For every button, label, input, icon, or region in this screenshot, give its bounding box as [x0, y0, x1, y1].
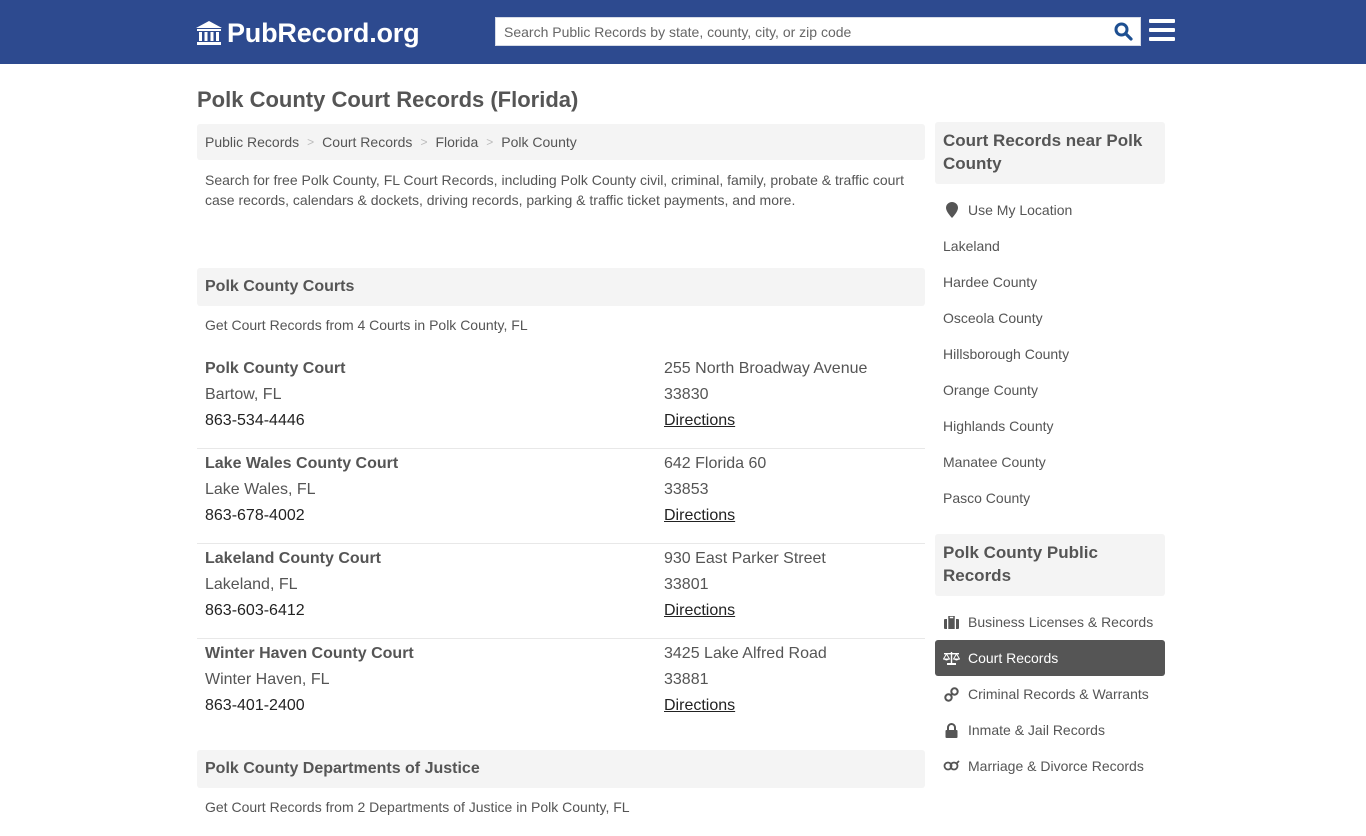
hamburger-menu-button[interactable] [1149, 19, 1175, 43]
use-my-location-button[interactable]: Use My Location [935, 192, 1165, 228]
sidebar-item-court-records[interactable]: Court Records [935, 640, 1165, 676]
handcuffs-icon [943, 686, 960, 702]
court-zip: 33853 [664, 481, 709, 498]
logo-text: PubRecord.org [227, 17, 420, 48]
intro-text: Search for free Polk County, FL Court Re… [205, 172, 904, 208]
directions-link[interactable]: Directions [664, 602, 735, 619]
menu-bar [1149, 37, 1175, 41]
sidebar-item-marriage-divorce[interactable]: Marriage & Divorce Records [935, 748, 1165, 784]
directions-link[interactable]: Directions [664, 507, 735, 524]
page-title: Polk County Court Records (Florida) [197, 87, 579, 112]
map-marker-icon [943, 202, 960, 218]
court-zip: 33881 [664, 671, 709, 688]
nearby-link-manatee-county[interactable]: Manatee County [935, 444, 1165, 480]
nearby-link-osceola-county[interactable]: Osceola County [935, 300, 1165, 336]
court-phone[interactable]: 863-534-4446 [205, 408, 664, 434]
sidebar-item-business-licenses[interactable]: Business Licenses & Records [935, 604, 1165, 640]
gender-icon [943, 758, 960, 774]
breadcrumb-separator: > [307, 135, 315, 149]
court-listing: Winter Haven County Court Winter Haven, … [197, 639, 925, 734]
court-listing: Lake Wales County Court Lake Wales, FL 8… [197, 449, 925, 544]
court-listing: Lakeland County Court Lakeland, FL 863-6… [197, 544, 925, 639]
briefcase-icon [943, 614, 960, 630]
courthouse-icon [196, 21, 222, 45]
court-name: Lake Wales County Court [205, 455, 399, 472]
sidebar: Court Records near Polk County Use My Lo… [935, 122, 1165, 784]
sidebar-item-label: Marriage & Divorce Records [968, 758, 1144, 774]
breadcrumb-separator: > [486, 135, 494, 149]
sidebar-item-label: Business Licenses & Records [968, 614, 1154, 630]
court-address: 3425 Lake Alfred Road [664, 645, 827, 662]
court-address: 642 Florida 60 [664, 455, 767, 472]
breadcrumb-public-records[interactable]: Public Records [205, 134, 299, 150]
sidebar-item-label: Inmate & Jail Records [968, 722, 1105, 738]
breadcrumb-separator: > [420, 135, 428, 149]
court-name: Lakeland County Court [205, 550, 382, 567]
nearby-records-title: Court Records near Polk County [935, 122, 1165, 184]
justice-section-subtitle: Get Court Records from 2 Departments of … [205, 799, 630, 815]
lock-icon [943, 722, 960, 738]
nearby-link-lakeland[interactable]: Lakeland [935, 228, 1165, 264]
courts-section-subtitle: Get Court Records from 4 Courts in Polk … [205, 317, 528, 333]
directions-link[interactable]: Directions [664, 412, 735, 429]
court-name: Winter Haven County Court [205, 645, 414, 662]
top-navigation-bar: PubRecord.org [0, 0, 1366, 64]
court-city: Lakeland, FL [205, 576, 298, 593]
public-records-title: Polk County Public Records [935, 534, 1165, 596]
nearby-link-hardee-county[interactable]: Hardee County [935, 264, 1165, 300]
breadcrumb-polk-county[interactable]: Polk County [501, 134, 576, 150]
sidebar-item-inmate-records[interactable]: Inmate & Jail Records [935, 712, 1165, 748]
court-address: 255 North Broadway Avenue [664, 360, 868, 377]
sidebar-item-label: Criminal Records & Warrants [968, 686, 1149, 702]
scales-icon [943, 650, 960, 666]
search-icon [1114, 22, 1133, 41]
justice-section-title: Polk County Departments of Justice [197, 750, 925, 788]
search-button[interactable] [1106, 18, 1140, 45]
directions-link[interactable]: Directions [664, 697, 735, 714]
court-zip: 33830 [664, 386, 709, 403]
menu-bar [1149, 19, 1175, 23]
court-listing: Polk County Court Bartow, FL 863-534-444… [197, 354, 925, 449]
court-city: Lake Wales, FL [205, 481, 316, 498]
breadcrumb: Public Records > Court Records > Florida… [197, 124, 925, 160]
court-phone[interactable]: 863-401-2400 [205, 693, 664, 719]
site-logo-link[interactable]: PubRecord.org [195, 16, 420, 50]
nearby-records-list: Use My Location Lakeland Hardee County O… [935, 184, 1165, 516]
menu-bar [1149, 28, 1175, 32]
search-bar [495, 17, 1141, 46]
courts-section-title: Polk County Courts [197, 268, 925, 306]
breadcrumb-court-records[interactable]: Court Records [322, 134, 412, 150]
nearby-link-hillsborough-county[interactable]: Hillsborough County [935, 336, 1165, 372]
sidebar-item-criminal-records[interactable]: Criminal Records & Warrants [935, 676, 1165, 712]
sidebar-item-label: Use My Location [968, 202, 1073, 218]
court-phone[interactable]: 863-603-6412 [205, 598, 664, 624]
main-content: Public Records > Court Records > Florida… [197, 124, 925, 836]
public-records-list: Business Licenses & Records Court Record… [935, 596, 1165, 784]
nearby-link-orange-county[interactable]: Orange County [935, 372, 1165, 408]
court-name: Polk County Court [205, 360, 346, 377]
court-city: Bartow, FL [205, 386, 282, 403]
nearby-link-highlands-county[interactable]: Highlands County [935, 408, 1165, 444]
court-zip: 33801 [664, 576, 709, 593]
court-phone[interactable]: 863-678-4002 [205, 503, 664, 529]
court-address: 930 East Parker Street [664, 550, 826, 567]
nearby-link-pasco-county[interactable]: Pasco County [935, 480, 1165, 516]
breadcrumb-florida[interactable]: Florida [435, 134, 478, 150]
sidebar-item-label: Court Records [968, 650, 1059, 666]
search-input[interactable] [496, 18, 1106, 45]
court-city: Winter Haven, FL [205, 671, 330, 688]
